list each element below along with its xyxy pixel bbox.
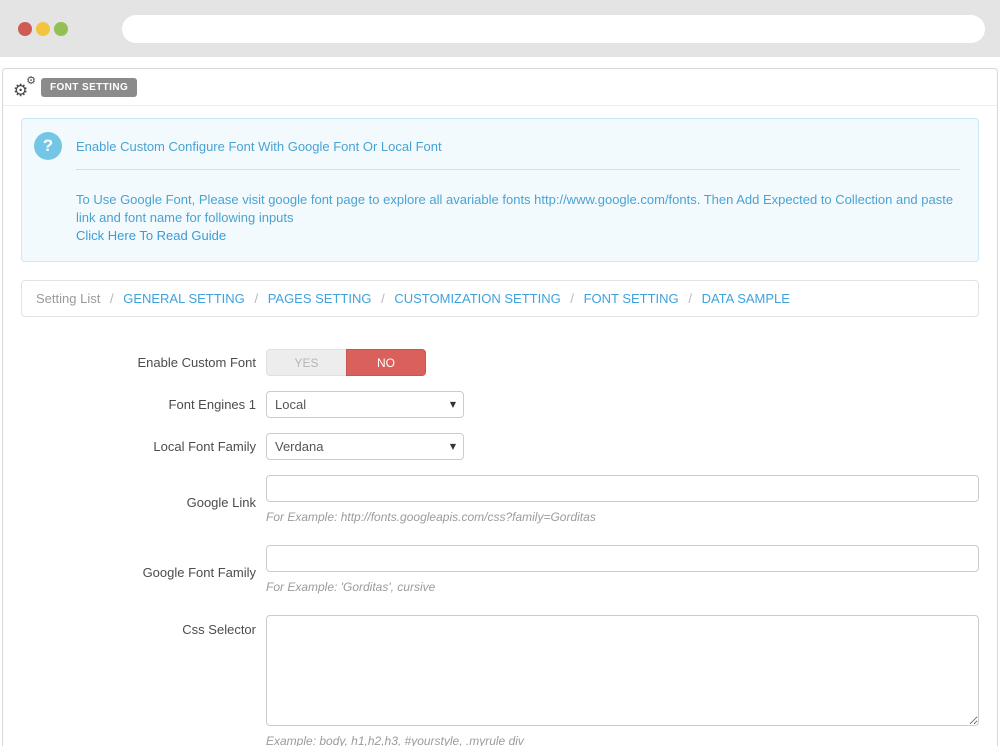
breadcrumb-link-general-setting[interactable]: GENERAL SETTING <box>123 291 245 306</box>
help-content: Enable Custom Configure Font With Google… <box>76 132 962 245</box>
breadcrumb-separator: / <box>688 291 692 306</box>
css-selector-textarea[interactable] <box>266 615 979 726</box>
form-row-css-selector: Css Selector Example: body, h1,h2,h3, #y… <box>21 615 979 746</box>
local-font-family-select[interactable]: Verdana <box>266 433 464 460</box>
google-font-family-label: Google Font Family <box>21 565 266 580</box>
breadcrumb-link-data-sample[interactable]: DATA SAMPLE <box>702 291 790 306</box>
google-font-family-help-text: For Example: 'Gorditas', cursive <box>266 580 979 594</box>
css-selector-help-text: Example: body, h1,h2,h3, #yourstyle, .my… <box>266 734 979 746</box>
gears-icon: ⚙ ⚙ <box>13 77 37 97</box>
card-header: ⚙ ⚙ FONT SETTING <box>3 69 997 106</box>
breadcrumb-separator: / <box>110 291 114 306</box>
form-row-local-font-family: Local Font Family Verdana ▼ <box>21 433 979 460</box>
help-body-text: To Use Google Font, Please visit google … <box>76 191 960 227</box>
breadcrumb-separator: / <box>254 291 258 306</box>
settings-card: ⚙ ⚙ FONT SETTING ? Enable Custom Configu… <box>2 68 998 746</box>
form-row-google-font-family: Google Font Family For Example: 'Gordita… <box>21 545 979 600</box>
help-divider <box>76 169 960 170</box>
help-title: Enable Custom Configure Font With Google… <box>76 139 960 154</box>
breadcrumb-link-customization-setting[interactable]: CUSTOMIZATION SETTING <box>394 291 560 306</box>
window-close-dot[interactable] <box>18 22 32 36</box>
enable-custom-font-label: Enable Custom Font <box>21 355 266 370</box>
google-link-label: Google Link <box>21 495 266 510</box>
card-body: ? Enable Custom Configure Font With Goog… <box>3 106 997 746</box>
help-icon-column: ? <box>34 132 76 245</box>
form-row-enable-custom-font: Enable Custom Font YES NO <box>21 349 979 376</box>
toggle-yes-button[interactable]: YES <box>266 349 346 376</box>
breadcrumb-separator: / <box>381 291 385 306</box>
address-bar[interactable] <box>122 15 985 43</box>
browser-chrome <box>0 0 1000 57</box>
font-settings-form: Enable Custom Font YES NO Font Engines 1… <box>21 349 979 746</box>
window-minimize-dot[interactable] <box>36 22 50 36</box>
breadcrumb-separator: / <box>570 291 574 306</box>
breadcrumb-link-font-setting[interactable]: FONT SETTING <box>584 291 679 306</box>
form-row-font-engine: Font Engines 1 Local ▼ <box>21 391 979 418</box>
window-maximize-dot[interactable] <box>54 22 68 36</box>
google-link-input[interactable] <box>266 475 979 502</box>
enable-custom-font-toggle: YES NO <box>266 349 426 376</box>
font-engine-select[interactable]: Local <box>266 391 464 418</box>
breadcrumb: Setting List / GENERAL SETTING / PAGES S… <box>21 280 979 317</box>
css-selector-label: Css Selector <box>21 615 266 637</box>
font-engine-label: Font Engines 1 <box>21 397 266 412</box>
breadcrumb-item-setting-list: Setting List <box>36 291 100 306</box>
google-link-help-text: For Example: http://fonts.googleapis.com… <box>266 510 979 524</box>
google-font-family-input[interactable] <box>266 545 979 572</box>
help-panel: ? Enable Custom Configure Font With Goog… <box>21 118 979 262</box>
local-font-family-label: Local Font Family <box>21 439 266 454</box>
page-title-badge: FONT SETTING <box>41 78 137 97</box>
read-guide-link[interactable]: Click Here To Read Guide <box>76 227 226 245</box>
toggle-no-button[interactable]: NO <box>346 349 426 376</box>
breadcrumb-link-pages-setting[interactable]: PAGES SETTING <box>268 291 372 306</box>
form-row-google-link: Google Link For Example: http://fonts.go… <box>21 475 979 530</box>
question-icon: ? <box>34 132 62 160</box>
